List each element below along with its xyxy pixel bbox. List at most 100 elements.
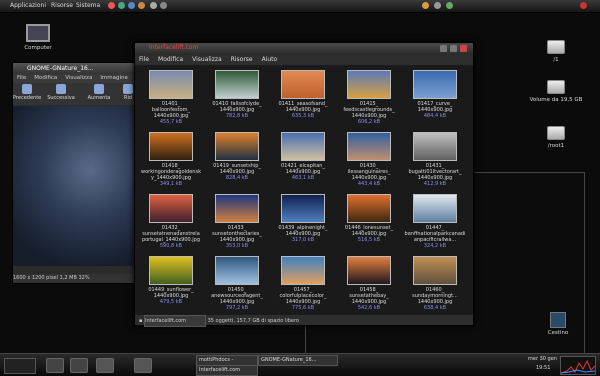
menu-applicazioni[interactable]: Applicazioni: [10, 2, 46, 9]
file-name: 01449_sunflower_ 1440x900.jpg: [148, 287, 194, 299]
file-item[interactable]: 01419_sunsetship_ 1440x900.jpg 828,4 kB: [205, 132, 269, 181]
image-thumbnail: [215, 70, 259, 99]
computer-icon: [26, 24, 50, 42]
file-item[interactable]: 01431_ bugatti01ltvectorart_ 1440x900.jp…: [403, 132, 467, 187]
previous-button[interactable]: Precedente: [13, 84, 41, 101]
image-thumbnail: [215, 256, 259, 285]
zoom-in-icon: [94, 84, 104, 94]
clock-time[interactable]: 19:51: [536, 365, 550, 371]
desktop-icon-drive-2[interactable]: Volume da 19,5 GB: [526, 80, 586, 103]
power-icon[interactable]: [580, 2, 587, 9]
zoom-out-icon: [123, 84, 133, 94]
app-launcher-icon[interactable]: [160, 2, 167, 9]
file-size: 353,0 kB: [225, 243, 249, 249]
menu-file[interactable]: File: [17, 75, 26, 81]
viewer-toolbar: Precedente Successiva Aumenta Rid: [13, 83, 141, 105]
menu-modifica[interactable]: Modifica: [34, 75, 57, 81]
file-item[interactable]: 01410_fallsofclyde_ 1440x900.jpg 782,8 kB: [205, 70, 269, 119]
folder-icon: ▪: [139, 318, 143, 324]
app-launcher-icon[interactable]: [138, 2, 145, 9]
file-size: 782,8 kB: [225, 113, 249, 119]
file-item[interactable]: 01415_ feedscastlegrounds_ 1440x900.jpg 6…: [337, 70, 401, 125]
file-name: 01411_seasofsand_ 1440x900.jpg: [278, 101, 328, 113]
window-title: Interfacelift.com: [149, 44, 199, 51]
menu-sistema[interactable]: Sistema: [76, 2, 100, 9]
app-launcher-icon[interactable]: [150, 2, 157, 9]
file-name: 01439_alpinenight_ 1440x900.jpg: [278, 225, 328, 237]
image-thumbnail: [347, 132, 391, 161]
image-thumbnail: [149, 194, 193, 223]
image-canvas[interactable]: [13, 106, 141, 266]
menu-file[interactable]: File: [139, 56, 149, 63]
menu-risorse[interactable]: Risorse: [51, 2, 73, 9]
top-panel: Applicazioni Risorse Sistema: [0, 0, 600, 13]
minimize-button[interactable]: [440, 45, 447, 52]
file-item[interactable]: 01418_ workingonderagoldensk y_1440x900.…: [139, 132, 203, 187]
desktop-icon-trash[interactable]: Cestino: [528, 312, 588, 336]
system-monitor-graph[interactable]: [560, 356, 596, 375]
file-item[interactable]: 01439_alpinenight_ 1440x900.jpg 317,0 kB: [271, 194, 335, 243]
menu-visualizza[interactable]: Visualizza: [192, 56, 222, 63]
file-item[interactable]: 01460_ sundaymorningt... 1440x900.jpg 638…: [403, 256, 467, 311]
fm-titlebar: Interfacelift.com: [135, 43, 473, 55]
app-launcher-icon[interactable]: [118, 2, 125, 9]
file-manager-window[interactable]: Interfacelift.com File Modifica Visualizza…: [134, 42, 474, 327]
network-icon[interactable]: [434, 2, 441, 9]
menu-immagine[interactable]: Immagine: [100, 75, 128, 81]
file-size: 516,5 kB: [357, 237, 381, 243]
location-dropdown[interactable]: Interfacelift.com: [143, 315, 206, 327]
file-name: 01417_curve_ 1440x900.jpg: [417, 101, 453, 113]
menu-visualizza[interactable]: Visualizza: [65, 75, 92, 81]
browser-icon[interactable]: [96, 358, 114, 373]
file-item[interactable]: 01449_sunflower_ 1440x900.jpg 479,5 kB: [139, 256, 203, 305]
file-item[interactable]: 01433_ sunsetontheclaries_ 1440x900.jpg 3…: [205, 194, 269, 249]
file-grid[interactable]: 01401_ balloonfestom_ 1440x900.jpg 455,7 …: [135, 66, 473, 314]
file-item[interactable]: 01411_seasofsand_ 1440x900.jpg 635,3 kB: [271, 70, 335, 119]
file-name: 01432_ sunsetatnenadanstrela portugal_14…: [141, 225, 201, 243]
file-item[interactable]: 01457_ colorfulplacecolor_ 1440x900.jpg 7…: [271, 256, 335, 311]
terminal-icon[interactable]: [46, 358, 64, 373]
image-viewer-window[interactable]: GNOME-GNature_16... File Modifica Visualiz…: [12, 62, 143, 284]
file-item[interactable]: 01401_ balloonfestom_ 1440x900.jpg 455,7 …: [139, 70, 203, 125]
desktop-icon-computer[interactable]: Computer: [8, 24, 68, 51]
notification-icon[interactable]: [422, 2, 429, 9]
close-button[interactable]: [460, 45, 467, 52]
maximize-button[interactable]: [450, 45, 457, 52]
file-item[interactable]: 01446_lonesunset_ 1440x900.jpg 516,5 kB: [337, 194, 401, 243]
menu-aiuto[interactable]: Aiuto: [262, 56, 278, 63]
menu-risorse[interactable]: Risorse: [231, 56, 253, 63]
file-name: 01410_fallsofclyde_ 1440x900.jpg: [212, 101, 262, 113]
file-item[interactable]: 01421_elcapitan_ 1440x900.jpg 463,1 kB: [271, 132, 335, 181]
file-size: 324,2 kB: [423, 243, 447, 249]
image-thumbnail: [281, 70, 325, 99]
file-name: 01415_ feedscastlegrounds_ 1440x900.jpg: [343, 101, 395, 119]
mail-icon[interactable]: [134, 358, 152, 373]
viewer-statusbar: 1600 x 1200 pixel 1,2 MB 32%: [13, 274, 141, 283]
file-size: 463,1 kB: [291, 175, 315, 181]
file-item[interactable]: 01447_ banffnationalparkcanadi anpacific…: [403, 194, 467, 249]
firefox-icon[interactable]: [108, 2, 115, 9]
taskbar-item[interactable]: GNOME-GNature_16...: [258, 355, 338, 366]
menu-modifica[interactable]: Modifica: [158, 56, 183, 63]
next-button[interactable]: Successiva: [47, 84, 75, 101]
file-item[interactable]: 01458_ sunsetathebay_ 1440x900.jpg 542,6 …: [337, 256, 401, 311]
file-item[interactable]: 01432_ sunsetatnenadanstrela portugal_14…: [139, 194, 203, 249]
app-launcher-icon[interactable]: [128, 2, 135, 9]
image-thumbnail: [281, 132, 325, 161]
clock-day[interactable]: mer 30 gen: [528, 356, 557, 362]
file-item[interactable]: 01417_curve_ 1440x900.jpg 484,4 kB: [403, 70, 467, 119]
file-item[interactable]: 01450_ anewsourceofagent_ 1440x900.jpg 79…: [205, 256, 269, 311]
file-size: 412,9 kB: [423, 181, 447, 187]
workspace-switcher[interactable]: [4, 358, 36, 374]
files-icon[interactable]: [70, 358, 88, 373]
window-title: GNOME-GNature_16...: [13, 63, 141, 74]
desktop-icon-drive-3[interactable]: /root1: [526, 126, 586, 149]
desktop-icon-drive-1[interactable]: /1: [526, 40, 586, 63]
zoom-in-button[interactable]: Aumenta: [85, 84, 113, 101]
file-size: 455,7 kB: [159, 119, 183, 125]
file-item[interactable]: 01430_ ilessanguinaires_ 1440x900.jpg 443…: [337, 132, 401, 187]
update-icon[interactable]: [446, 2, 453, 9]
file-size: 635,3 kB: [291, 113, 315, 119]
image-thumbnail: [347, 70, 391, 99]
taskbar-item[interactable]: Interfacelift.com: [196, 365, 258, 376]
